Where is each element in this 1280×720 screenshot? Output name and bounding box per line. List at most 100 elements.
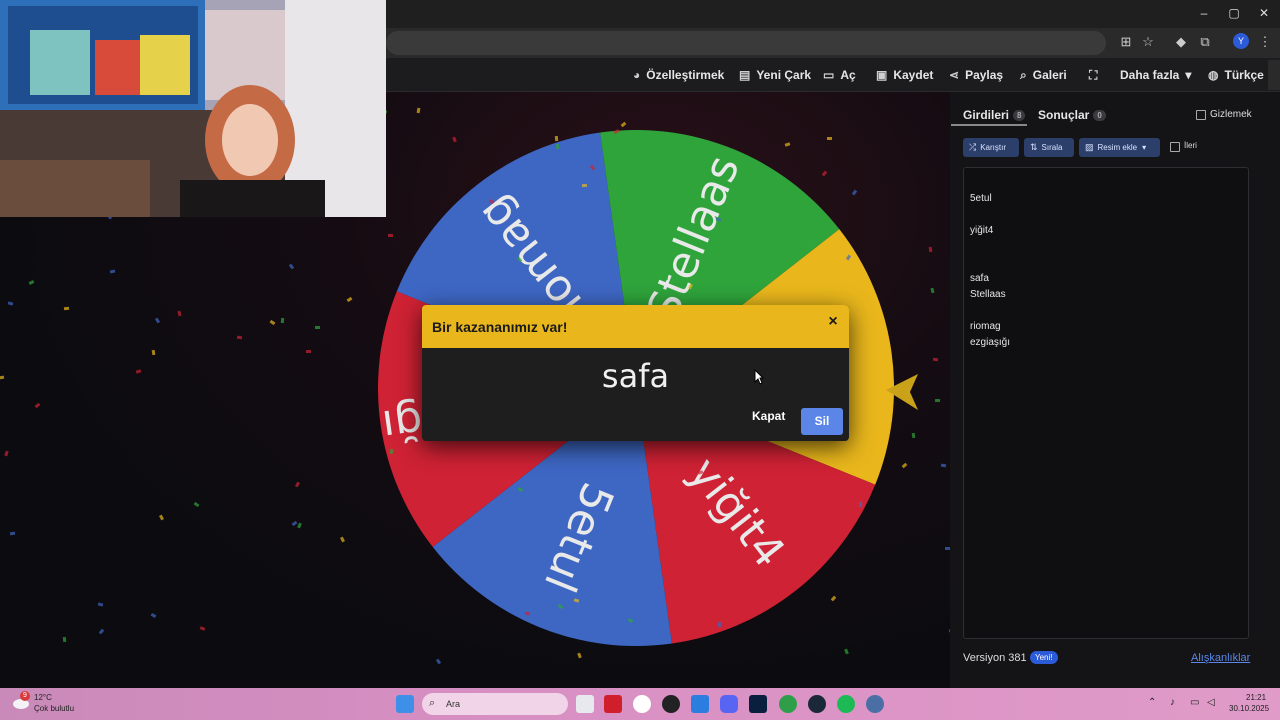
confetti-piece	[930, 287, 935, 294]
tab-results[interactable]: Sonuçlar 0	[1038, 108, 1106, 122]
winner-dialog: Bir kazananımız var! × safa Kapat Sil	[422, 305, 849, 441]
more-menu-button[interactable]: Daha fazla ▾	[1120, 68, 1191, 82]
translate-icon[interactable]: ⊞	[1117, 34, 1135, 50]
photoshop-icon[interactable]	[749, 695, 767, 713]
new-wheel-button[interactable]: ▤ Yeni Çark	[739, 68, 811, 82]
more-label: Daha fazla	[1120, 68, 1180, 82]
entry-item: ezgiaşığı	[970, 337, 1011, 348]
fullscreen-button[interactable]: ⛶	[1089, 68, 1103, 83]
tray-chevron-up-icon[interactable]: ⌃	[1148, 697, 1156, 708]
file-icon: ▤	[739, 68, 751, 82]
confetti-piece	[3, 451, 9, 457]
confetti-piece	[339, 536, 345, 543]
confetti-piece	[933, 357, 939, 361]
maximize-icon[interactable]: ▢	[1224, 6, 1244, 20]
gallery-label: Galeri	[1032, 68, 1067, 82]
confetti-piece	[716, 217, 722, 222]
confetti-piece	[827, 137, 833, 141]
search-icon: ⌕	[1020, 68, 1027, 82]
netflix-icon[interactable]	[604, 695, 622, 713]
confetti-piece	[935, 398, 941, 402]
open-label: Aç	[840, 68, 856, 82]
gallery-button[interactable]: ⌕ Galeri	[1020, 68, 1067, 83]
taskbar: 9 12°C Çok bulutlu ⌕ Ara ⌃ ♪ ▭ ◁ 21:21 3…	[0, 688, 1280, 720]
confetti-piece	[150, 613, 156, 619]
entry-item: Stellaas	[970, 289, 1006, 300]
confetti-piece	[97, 602, 104, 607]
task-view-icon[interactable]	[576, 695, 594, 713]
add-image-button[interactable]: ▨ Resim ekle ▾	[1079, 138, 1160, 157]
profile-avatar[interactable]: Y	[1233, 33, 1249, 49]
shuffle-button[interactable]: ⤮ Karıştır	[963, 138, 1019, 157]
sort-button[interactable]: ⇅ Sırala	[1024, 138, 1074, 157]
windows-start-icon[interactable]	[396, 695, 414, 713]
close-button[interactable]: Kapat	[752, 409, 785, 423]
weather-description: Çok bulutlu	[34, 704, 75, 713]
customize-button[interactable]: ◕ Özelleştirmek	[633, 68, 724, 82]
floppy-icon: ▣	[876, 68, 888, 82]
confetti-piece	[844, 648, 849, 655]
confetti-piece	[488, 198, 495, 204]
confetti-piece	[784, 142, 791, 147]
weather-alert-badge: 9	[20, 691, 30, 701]
taskbar-search[interactable]: ⌕ Ara	[422, 693, 568, 715]
confetti-piece	[697, 470, 704, 476]
extensions-puzzle-icon[interactable]: ⧉	[1196, 34, 1214, 50]
microphone-icon[interactable]: ♪	[1170, 697, 1175, 708]
confetti-piece	[589, 164, 596, 170]
scrollbar[interactable]	[1268, 60, 1280, 90]
share-label: Paylaş	[965, 68, 1004, 82]
entries-textarea[interactable]: 5etul yiğit4 safa Stellaas riomag ezgiaş…	[963, 167, 1249, 639]
close-window-icon[interactable]: ✕	[1254, 6, 1274, 20]
results-count-badge: 0	[1093, 110, 1106, 122]
language-button[interactable]: ◍ Türkçe	[1208, 68, 1264, 82]
confetti-piece	[109, 269, 116, 274]
advanced-label: İleri	[1184, 141, 1197, 150]
volume-icon[interactable]: ◁	[1207, 697, 1215, 708]
minimize-icon[interactable]: –	[1194, 6, 1214, 20]
capcut-icon[interactable]	[691, 695, 709, 713]
network-icon[interactable]: ▭	[1190, 697, 1199, 708]
folder-icon: ▭	[823, 68, 835, 82]
bookmark-star-icon[interactable]: ☆	[1139, 34, 1157, 50]
confetti-piece	[576, 652, 582, 659]
confetti-piece	[297, 522, 303, 529]
fullscreen-icon: ⛶	[1089, 68, 1098, 82]
hide-checkbox[interactable]	[1196, 110, 1206, 120]
confetti-piece	[389, 448, 394, 455]
palette-icon: ◕	[633, 68, 641, 82]
confetti-piece	[99, 628, 105, 635]
confetti-piece	[911, 433, 916, 439]
confetti-piece	[851, 189, 858, 196]
delete-button[interactable]: Sil	[801, 408, 843, 435]
confetti-piece	[573, 598, 580, 603]
open-button[interactable]: ▭ Aç	[823, 68, 856, 82]
discord-icon[interactable]	[720, 695, 738, 713]
chrome-icon[interactable]	[779, 695, 797, 713]
save-button[interactable]: ▣ Kaydet	[876, 68, 933, 82]
preferences-link[interactable]: Alışkanlıklar	[1191, 652, 1250, 664]
advanced-checkbox[interactable]	[1170, 142, 1180, 152]
clock-time[interactable]: 21:21	[1246, 693, 1266, 702]
extension-diamond-icon[interactable]: ◆	[1172, 34, 1190, 50]
browser-menu-icon[interactable]: ⋮	[1256, 34, 1274, 50]
clock-date[interactable]: 30.10.2025	[1229, 704, 1269, 713]
settings-gear-icon[interactable]	[866, 695, 884, 713]
tab-entries[interactable]: Girdileri 8	[963, 108, 1026, 122]
active-tab-indicator	[951, 124, 1027, 126]
chevron-down-icon: ▾	[1185, 68, 1192, 82]
spotify-icon[interactable]	[837, 695, 855, 713]
confetti-piece	[567, 144, 571, 150]
confetti-piece	[193, 501, 200, 508]
confetti-piece	[199, 625, 206, 631]
close-icon[interactable]: ×	[824, 313, 842, 331]
steam-icon[interactable]	[808, 695, 826, 713]
image-icon: ▨	[1085, 142, 1094, 152]
github-icon[interactable]	[662, 695, 680, 713]
add-image-label: Resim ekle	[1097, 143, 1138, 152]
share-button[interactable]: ⋖ Paylaş	[949, 68, 1003, 82]
entry-item: safa	[970, 273, 989, 284]
obs-icon[interactable]	[633, 695, 651, 713]
confetti-piece	[416, 107, 420, 114]
url-input[interactable]	[386, 31, 1106, 55]
